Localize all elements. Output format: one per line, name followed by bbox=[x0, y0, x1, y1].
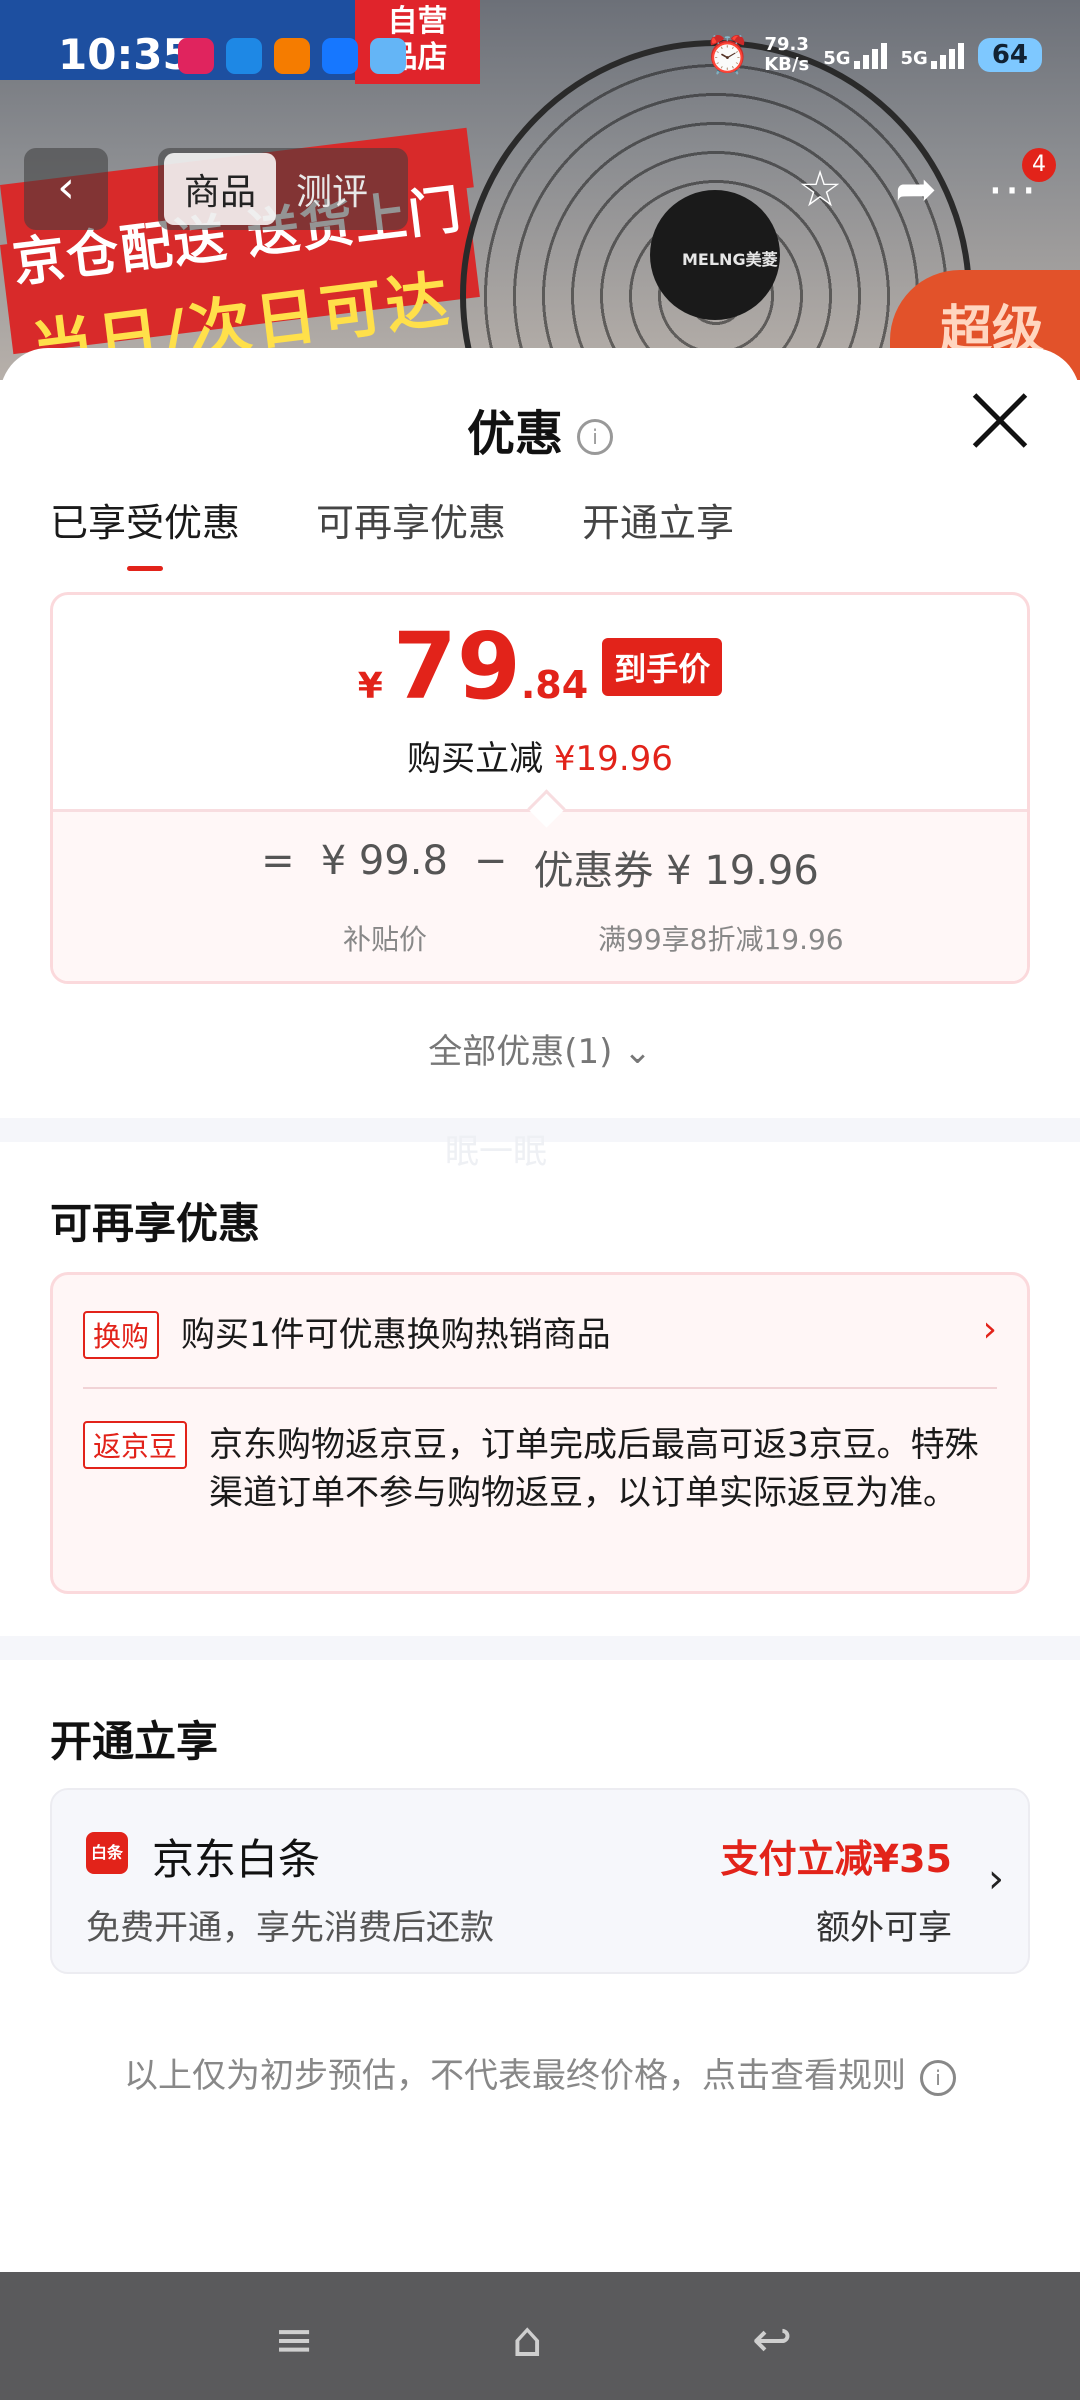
home-icon[interactable]: ⌂ bbox=[512, 2312, 542, 2368]
signal-bars-icon bbox=[853, 41, 887, 69]
price-integer: 79 bbox=[392, 613, 521, 720]
battery-indicator: 64 bbox=[977, 38, 1042, 72]
all-discounts-toggle[interactable]: 全部优惠(1) ⌄ bbox=[0, 1024, 1080, 1073]
watermark-text: 眠一眠 bbox=[445, 1132, 547, 1172]
signal-sim2: 5G bbox=[901, 41, 964, 69]
baitiao-logo-icon: 白条 bbox=[86, 1832, 128, 1874]
tab-open-enjoy[interactable]: 开通立享 bbox=[582, 492, 734, 547]
info-icon: i bbox=[920, 2059, 956, 2096]
status-time: 10:35 bbox=[58, 30, 192, 79]
tab-enjoyed-discount[interactable]: 已享受优惠 bbox=[50, 492, 240, 571]
baitiao-desc: 免费开通，享先消费后还款 bbox=[86, 1908, 494, 1948]
benefit-tag: 换购 bbox=[83, 1311, 160, 1359]
coupon-label: 满99享8折减19.96 bbox=[598, 923, 844, 956]
chevron-right-icon: › bbox=[988, 1856, 1004, 1902]
tab-product[interactable]: 商品 bbox=[164, 153, 277, 225]
section-title-open: 开通立享 bbox=[50, 1717, 219, 1766]
save-label: 购买立减 bbox=[407, 739, 544, 779]
disclaimer-text: 以上仅为初步预估，不代表最终价格，点击查看规则 bbox=[124, 2056, 906, 2096]
sheet-header: 优惠 i bbox=[0, 394, 1080, 464]
baitiao-extra: 额外可享 bbox=[816, 1908, 952, 1948]
divider bbox=[83, 1387, 997, 1389]
minus-sign: − bbox=[473, 838, 508, 884]
chevron-down-icon: ⌄ bbox=[623, 1032, 652, 1072]
app-notification-icon bbox=[274, 38, 310, 74]
system-nav-bar: ≡ ⌂ ↩ bbox=[0, 2272, 1080, 2400]
all-discounts-label: 全部优惠(1) bbox=[428, 1032, 613, 1072]
rules-disclaimer[interactable]: 以上仅为初步预估，不代表最终价格，点击查看规则 i bbox=[0, 2048, 1080, 2097]
final-price: ¥ 79 .84 到手价 bbox=[53, 621, 1027, 713]
benefit-text: 购买1件可优惠换购热销商品 bbox=[181, 1315, 611, 1355]
tab-more-discount[interactable]: 可再享优惠 bbox=[316, 492, 506, 547]
share-icon[interactable]: ➦ bbox=[886, 148, 946, 230]
fan-brand-text: MELNG美菱 bbox=[682, 250, 778, 269]
coupon-amount: 优惠券 ¥ 19.96 bbox=[533, 848, 819, 894]
benefit-text: 京东购物返京豆，订单完成后最高可返3京豆。特殊渠道订单不参与购物返豆，以订单实际… bbox=[209, 1425, 979, 1513]
sheet-title: 优惠 bbox=[466, 406, 563, 462]
price-card: ¥ 79 .84 到手价 购买立减 ¥19.96 = ¥ 99.8 − 优惠券 … bbox=[50, 592, 1030, 984]
price-formula: = ¥ 99.8 − 优惠券 ¥ 19.96 bbox=[53, 838, 1027, 896]
signal-bars-icon bbox=[930, 41, 964, 69]
top-actions: ☆ ➦ ⋯ bbox=[790, 148, 1042, 230]
subsidy-price: ¥ 99.8 bbox=[320, 838, 448, 884]
currency-symbol: ¥ bbox=[357, 666, 383, 707]
section-gap bbox=[0, 1636, 1080, 1660]
final-price-tag: 到手价 bbox=[602, 638, 723, 696]
subsidy-label: 补贴价 bbox=[343, 923, 428, 956]
back-icon[interactable]: ↩ bbox=[752, 2312, 792, 2368]
discount-tabs: 已享受优惠 可再享优惠 开通立享 bbox=[50, 492, 734, 571]
product-tabs: 商品 测评 bbox=[158, 148, 408, 230]
back-button[interactable]: ‹ bbox=[24, 148, 108, 230]
benefit-tag: 返京豆 bbox=[83, 1421, 188, 1469]
chevron-left-icon: ‹ bbox=[57, 162, 75, 213]
price-breakdown: = ¥ 99.8 − 优惠券 ¥ 19.96 补贴价 满99享8折减19.96 bbox=[53, 812, 1027, 981]
baitiao-card[interactable]: 白条 京东白条 免费开通，享先消费后还款 支付立减¥35 额外可享 › bbox=[50, 1788, 1030, 1974]
net-speed: 79.3 KB/s bbox=[764, 34, 810, 75]
alarm-icon: ⏰ bbox=[705, 35, 751, 76]
info-icon[interactable]: i bbox=[577, 419, 613, 455]
price-decimal: .84 bbox=[520, 663, 589, 707]
menu-icon[interactable]: ≡ bbox=[274, 2312, 314, 2368]
app-notification-icon bbox=[226, 38, 262, 74]
more-benefits-card: 换购 购买1件可优惠换购热销商品 › 返京豆 京东购物返京豆，订单完成后最高可返… bbox=[50, 1272, 1030, 1594]
notification-icons bbox=[178, 38, 406, 74]
status-bar: 10:35 ⏰ 79.3 KB/s 5G 5G 64 bbox=[0, 0, 1080, 110]
star-icon[interactable]: ☆ bbox=[790, 148, 850, 230]
app-notification-icon bbox=[370, 38, 406, 74]
save-line: 购买立减 ¥19.96 bbox=[53, 731, 1027, 780]
baitiao-promo: 支付立减¥35 bbox=[720, 1837, 952, 1881]
app-notification-icon bbox=[178, 38, 214, 74]
alipay-icon bbox=[322, 38, 358, 74]
status-right: ⏰ 79.3 KB/s 5G 5G 64 bbox=[705, 34, 1042, 76]
benefit-beans-row: 返京豆 京东购物返京豆，订单完成后最高可返3京豆。特殊渠道订单不参与购物返豆，以… bbox=[83, 1421, 997, 1517]
tab-review[interactable]: 测评 bbox=[276, 153, 388, 225]
save-amount: ¥19.96 bbox=[553, 739, 673, 779]
benefit-exchange-row[interactable]: 换购 购买1件可优惠换购热销商品 bbox=[83, 1311, 611, 1359]
signal-sim1: 5G bbox=[823, 41, 887, 69]
discount-sheet: 优惠 i 已享受优惠 可再享优惠 开通立享 ¥ 79 .84 到手价 购买立减 ¥… bbox=[0, 348, 1080, 2272]
chevron-right-icon[interactable]: › bbox=[983, 1309, 997, 1350]
baitiao-name: 京东白条 bbox=[152, 1835, 321, 1884]
close-icon[interactable] bbox=[970, 390, 1030, 450]
equals-sign: = bbox=[261, 838, 295, 884]
section-title-more: 可再享优惠 bbox=[50, 1199, 261, 1248]
message-badge: 4 bbox=[1022, 148, 1056, 182]
